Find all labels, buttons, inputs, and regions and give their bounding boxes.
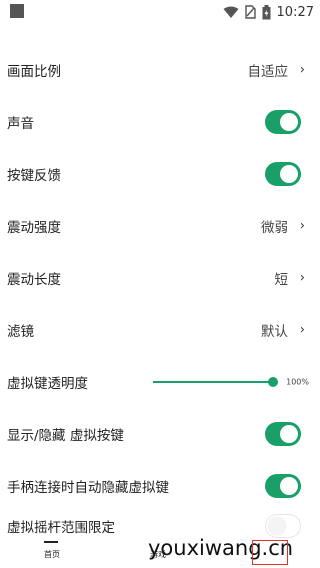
setting-label: 震动长度 <box>7 272 61 288</box>
toggle-knob <box>280 425 298 443</box>
setting-value: 默认 <box>261 324 288 340</box>
toggle-knob <box>268 517 286 535</box>
setting-sound: 声音 <box>0 96 320 148</box>
status-icons: 10:27 <box>223 3 314 21</box>
battery-icon <box>262 4 271 20</box>
chevron-right-icon: › <box>299 270 305 286</box>
setting-virtual-key-opacity: 虚拟键透明度 100% <box>0 356 320 408</box>
sound-toggle[interactable] <box>265 110 301 134</box>
setting-value: 微弱 <box>261 220 288 236</box>
setting-show-hide-virtual-keys: 显示/隐藏 虚拟按键 <box>0 408 320 460</box>
toggle-knob <box>280 477 298 495</box>
slider-thumb[interactable] <box>268 377 278 387</box>
setting-vibration-length[interactable]: 震动长度 短 › <box>0 252 320 304</box>
highlight-box <box>252 540 288 565</box>
opacity-slider[interactable] <box>153 377 278 387</box>
setting-label: 按键反馈 <box>7 168 61 184</box>
opacity-value: 100% <box>286 377 309 387</box>
setting-aspect-ratio[interactable]: 画面比例 自适应 › <box>0 44 320 96</box>
key-feedback-toggle[interactable] <box>265 162 301 186</box>
setting-label: 虚拟键透明度 <box>7 376 88 392</box>
chevron-right-icon: › <box>299 62 305 78</box>
chevron-right-icon: › <box>299 322 305 338</box>
joystick-range-toggle[interactable] <box>265 514 301 538</box>
auto-hide-toggle[interactable] <box>265 474 301 498</box>
setting-label: 声音 <box>7 116 34 132</box>
setting-filter[interactable]: 滤镜 默认 › <box>0 304 320 356</box>
toggle-knob <box>280 113 298 131</box>
active-tab-indicator <box>44 541 58 543</box>
setting-label: 显示/隐藏 虚拟按键 <box>7 428 124 444</box>
no-sim-icon <box>244 5 256 19</box>
setting-label: 画面比例 <box>7 64 61 80</box>
setting-vibration-strength[interactable]: 震动强度 微弱 › <box>0 200 320 252</box>
nav-home[interactable]: 首页 <box>44 549 60 560</box>
setting-label: 滤镜 <box>7 324 34 340</box>
virtual-keys-toggle[interactable] <box>265 422 301 446</box>
setting-label: 手柄连接时自动隐藏虚拟键 <box>7 480 169 496</box>
wifi-icon <box>223 6 239 19</box>
toggle-knob <box>280 165 298 183</box>
chevron-right-icon: › <box>299 218 305 234</box>
status-bar: 10:27 <box>0 0 320 24</box>
setting-label: 震动强度 <box>7 220 61 236</box>
setting-value: 自适应 <box>247 64 289 80</box>
notification-icon <box>10 4 24 18</box>
setting-key-feedback: 按键反馈 <box>0 148 320 200</box>
setting-value: 短 <box>274 272 289 288</box>
setting-label: 虚拟摇杆范围限定 <box>7 520 115 536</box>
clock: 10:27 <box>276 4 314 20</box>
